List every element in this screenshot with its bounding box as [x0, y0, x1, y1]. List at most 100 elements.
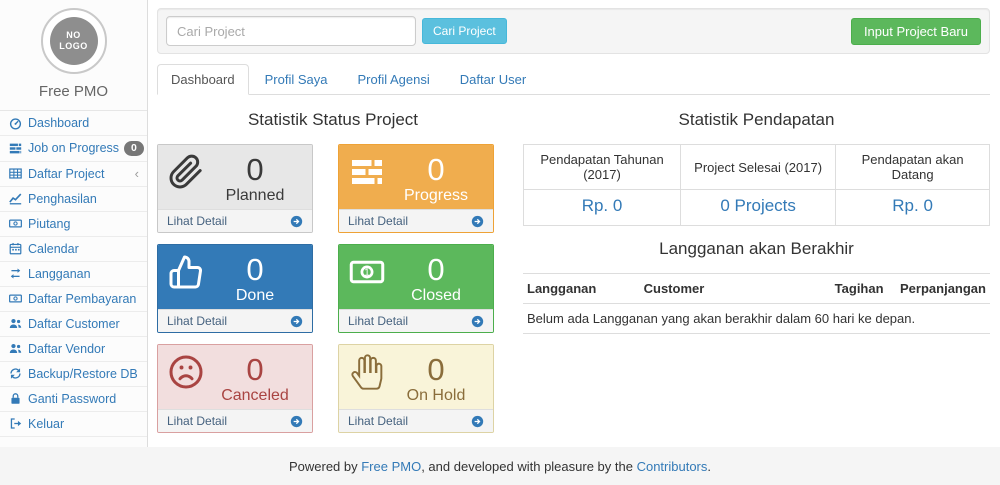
paperclip-icon	[168, 154, 208, 190]
frown-icon	[168, 354, 208, 390]
subs-header-perpanjangan: Perpanjangan	[896, 274, 990, 304]
sidebar-item-label: Backup/Restore DB	[28, 367, 138, 381]
lihat-detail-link[interactable]: Lihat Detail	[339, 309, 493, 332]
done-label: Done	[208, 287, 302, 305]
app-layout: NO LOGO Free PMO Dashboard Job on Progre…	[0, 0, 1000, 447]
lihat-detail-link[interactable]: Lihat Detail	[158, 209, 312, 232]
sidebar-item-label: Penghasilan	[28, 192, 97, 206]
income-header: Pendapatan akan Datang	[836, 145, 990, 190]
arrow-circle-right-icon	[471, 215, 484, 228]
project-selesai-value[interactable]: 0 Projects	[720, 196, 796, 215]
pendapatan-tahunan-value[interactable]: Rp. 0	[582, 196, 623, 215]
sidebar-item-penghasilan[interactable]: Penghasilan	[0, 187, 147, 212]
sidebar-item-label: Dashboard	[28, 116, 89, 130]
lihat-detail-link[interactable]: Lihat Detail	[339, 409, 493, 432]
income-header: Pendapatan Tahunan (2017)	[524, 145, 681, 190]
sidebar-item-label: Piutang	[28, 217, 70, 231]
contributors-link[interactable]: Contributors	[637, 459, 708, 474]
sidebar-item-ganti-password[interactable]: Ganti Password	[0, 387, 147, 412]
planned-label: Planned	[208, 187, 302, 205]
on-hold-count: 0	[389, 354, 483, 385]
sidebar-item-daftar-pembayaran[interactable]: Daftar Pembayaran	[0, 287, 147, 312]
money-icon	[8, 217, 23, 230]
status-section: Statistik Status Project 0 Planned Lihat…	[157, 97, 509, 433]
thumbs-up-icon	[168, 254, 208, 290]
sidebar: NO LOGO Free PMO Dashboard Job on Progre…	[0, 0, 148, 447]
lihat-detail-link[interactable]: Lihat Detail	[158, 309, 312, 332]
sidebar-item-label: Keluar	[28, 417, 64, 431]
sidebar-item-label: Daftar Pembayaran	[28, 292, 136, 306]
app-name: Free PMO	[0, 83, 147, 100]
income-table: Pendapatan Tahunan (2017) Project Selesa…	[523, 144, 990, 226]
pendapatan-akan-datang-value[interactable]: Rp. 0	[892, 196, 933, 215]
status-card-on-hold: 0 On Hold Lihat Detail	[338, 344, 494, 433]
chevron-left-icon: ‹	[135, 167, 139, 180]
closed-count: 0	[389, 254, 483, 285]
progress-label: Progress	[389, 187, 483, 205]
search-input[interactable]	[166, 16, 416, 46]
tab-dashboard[interactable]: Dashboard	[157, 64, 249, 95]
sidebar-item-label: Job on Progress	[28, 141, 119, 155]
lihat-detail-link[interactable]: Lihat Detail	[158, 409, 312, 432]
free-pmo-link[interactable]: Free PMO	[361, 459, 421, 474]
job-count-badge: 0	[124, 141, 144, 156]
calendar-icon	[8, 242, 23, 255]
table-icon	[8, 167, 23, 180]
status-section-title: Statistik Status Project	[157, 110, 509, 130]
arrow-circle-right-icon	[471, 415, 484, 428]
input-project-baru-button[interactable]: Input Project Baru	[851, 18, 981, 45]
income-header: Project Selesai (2017)	[681, 145, 836, 190]
income-section-title: Statistik Pendapatan	[523, 110, 990, 130]
sidebar-item-label: Daftar Vendor	[28, 342, 105, 356]
sidebar-item-dashboard[interactable]: Dashboard	[0, 111, 147, 136]
lock-icon	[8, 392, 23, 405]
tab-daftar-user[interactable]: Daftar User	[446, 64, 540, 95]
tab-profil-agensi[interactable]: Profil Agensi	[343, 64, 443, 95]
page-footer: Powered by Free PMO, and developed with …	[0, 447, 1000, 485]
no-logo-seal: NO LOGO	[41, 8, 107, 74]
logo: NO LOGO Free PMO	[0, 0, 147, 100]
sidebar-item-job-on-progress[interactable]: Job on Progress 0	[0, 136, 147, 162]
lihat-detail-link[interactable]: Lihat Detail	[339, 209, 493, 232]
search-button[interactable]: Cari Project	[422, 18, 507, 44]
status-card-closed: 1 0 Closed Lihat Detail	[338, 244, 494, 333]
canceled-count: 0	[208, 354, 302, 385]
sidebar-item-piutang[interactable]: Piutang	[0, 212, 147, 237]
on-hold-label: On Hold	[389, 387, 483, 405]
refresh-icon	[8, 367, 23, 380]
income-section: Statistik Pendapatan Pendapatan Tahunan …	[523, 97, 990, 433]
logo-text: NO LOGO	[58, 30, 90, 52]
tasks-icon	[8, 142, 23, 155]
tab-bar: Dashboard Profil Saya Profil Agensi Daft…	[157, 64, 990, 95]
sidebar-item-backup-restore-db[interactable]: Backup/Restore DB	[0, 362, 147, 387]
users-icon	[8, 342, 23, 355]
sidebar-item-daftar-customer[interactable]: Daftar Customer	[0, 312, 147, 337]
subscription-section-title: Langganan akan Berakhir	[523, 239, 990, 259]
sidebar-item-daftar-vendor[interactable]: Daftar Vendor	[0, 337, 147, 362]
table-row: Belum ada Langganan yang akan berakhir d…	[523, 304, 990, 334]
main-content: Cari Project Input Project Baru Dashboar…	[148, 0, 1000, 447]
subscription-table: Langganan Customer Tagihan Perpanjangan …	[523, 273, 990, 334]
search-bar: Cari Project Input Project Baru	[157, 8, 990, 54]
tasks-icon	[349, 154, 389, 190]
dashboard-icon	[8, 117, 23, 130]
sidebar-item-label: Calendar	[28, 242, 79, 256]
users-icon	[8, 317, 23, 330]
subs-header-tagihan: Tagihan	[831, 274, 896, 304]
sidebar-item-calendar[interactable]: Calendar	[0, 237, 147, 262]
sidebar-item-langganan[interactable]: Langganan	[0, 262, 147, 287]
exchange-icon	[8, 267, 23, 280]
sidebar-item-daftar-project[interactable]: Daftar Project ‹	[0, 162, 147, 187]
line-chart-icon	[8, 192, 23, 205]
status-card-progress: 0 Progress Lihat Detail	[338, 144, 494, 233]
sidebar-item-label: Daftar Project	[28, 167, 104, 181]
subs-header-langganan: Langganan	[523, 274, 640, 304]
sidebar-menu: Dashboard Job on Progress 0 Daftar Proje…	[0, 110, 147, 437]
sidebar-item-keluar[interactable]: Keluar	[0, 412, 147, 437]
done-count: 0	[208, 254, 302, 285]
status-card-planned: 0 Planned Lihat Detail	[157, 144, 313, 233]
tab-profil-saya[interactable]: Profil Saya	[251, 64, 342, 95]
canceled-label: Canceled	[208, 387, 302, 405]
sign-out-icon	[8, 417, 23, 430]
progress-count: 0	[389, 154, 483, 185]
